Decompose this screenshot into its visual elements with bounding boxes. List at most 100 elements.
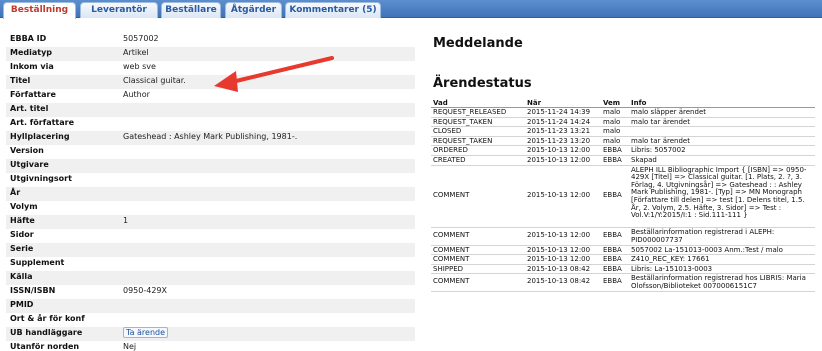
field-row: Volym xyxy=(6,201,415,215)
status-cell-vem: malo xyxy=(603,108,621,116)
field-label: Mediatyp xyxy=(10,48,53,57)
status-cell-nar: 2015-10-13 12:00 xyxy=(527,191,591,200)
status-table: Vad När Vem Info REQUEST_RELEASED 2015-11… xyxy=(431,98,815,292)
status-heading: Ärendestatus xyxy=(433,76,532,91)
field-value: Gateshead : Ashley Mark Publishing, 1981… xyxy=(123,132,298,141)
tab-bestallning[interactable]: Beställning xyxy=(3,2,76,19)
status-cell-vad: CREATED xyxy=(433,155,466,164)
status-cell-vem: EBBA xyxy=(603,245,622,254)
field-label: Hyllplacering xyxy=(10,132,70,141)
status-cell-vem: EBBA xyxy=(603,264,622,273)
status-cell-vad: COMMENT xyxy=(433,191,470,200)
col-vem: Vem xyxy=(603,99,621,107)
status-cell-nar: 2015-11-23 13:20 xyxy=(527,136,591,145)
field-label: Utanför norden xyxy=(10,342,80,351)
col-vad: Vad xyxy=(433,99,448,107)
field-label: Supplement xyxy=(10,258,65,267)
status-cell-nar: 2015-10-13 08:42 xyxy=(527,264,591,273)
status-cell-nar: 2015-10-13 12:00 xyxy=(527,155,591,164)
field-value: 1 xyxy=(123,216,129,225)
status-cell-info: Libris: 5057002 xyxy=(631,146,686,155)
field-label: Häfte xyxy=(10,216,35,225)
status-cell-info: Libris: La-151013-0003 xyxy=(631,264,713,273)
field-value: Classical guitar. xyxy=(123,76,186,85)
status-row: REQUEST_TAKEN 2015-11-23 13:20 malo malo ta… xyxy=(431,137,815,147)
field-label: EBBA ID xyxy=(10,34,47,43)
status-row: ORDERED 2015-10-13 12:00 EBBA Libris: 50570… xyxy=(431,146,815,156)
status-cell-vem: malo xyxy=(603,127,621,136)
field-label: Utgivningsort xyxy=(10,174,72,183)
field-label: Inkom via xyxy=(10,62,54,71)
field-row: Häfte 1 xyxy=(6,215,415,229)
field-label: Sidor xyxy=(10,230,34,239)
tab-bestallare[interactable]: Beställare xyxy=(161,2,221,18)
order-fields-table: EBBA ID 5057002 Mediatyp Artikel Inkom via we… xyxy=(6,33,415,351)
status-cell-vad: REQUEST_RELEASED xyxy=(433,108,507,116)
status-cell-info: malo tar ärendet xyxy=(631,136,690,145)
status-cell-vad: COMMENT xyxy=(433,255,470,264)
field-value: Artikel xyxy=(123,48,149,57)
status-row: COMMENT 2015-10-13 12:00 EBBA Beställarinfo… xyxy=(431,228,815,246)
field-row: År xyxy=(6,187,415,201)
status-cell-info: Skapad xyxy=(631,155,657,164)
field-label: År xyxy=(10,188,21,197)
tab-leverantor[interactable]: Leverantör xyxy=(80,2,158,18)
field-label: Ort & år för konf xyxy=(10,314,85,323)
status-cell-vad: COMMENT xyxy=(433,231,470,240)
field-label: PMID xyxy=(10,300,34,309)
field-row: Mediatyp Artikel xyxy=(6,47,415,61)
status-cell-info: 5057002 La-151013-0003 Anm.:Test / malo xyxy=(631,245,783,254)
field-label: Utgivare xyxy=(10,160,49,169)
status-cell-info: Z410_REC_KEY: 17661 xyxy=(631,255,710,264)
field-label: ISSN/ISBN xyxy=(10,286,56,295)
field-row: Inkom via web sve xyxy=(6,61,415,75)
field-row: EBBA ID 5057002 xyxy=(6,33,415,47)
status-row: REQUEST_TAKEN 2015-11-24 14:24 malo malo ta… xyxy=(431,118,815,128)
status-cell-vad: REQUEST_TAKEN xyxy=(433,136,493,145)
take-case-button[interactable]: Ta ärende xyxy=(123,327,169,338)
status-cell-vem: EBBA xyxy=(603,191,622,200)
field-row: ISSN/ISBN 0950-429X xyxy=(6,285,415,299)
field-label: Art. titel xyxy=(10,104,49,113)
status-cell-vad: REQUEST_TAKEN xyxy=(433,117,493,126)
status-cell-nar: 2015-11-24 14:24 xyxy=(527,117,591,126)
status-cell-info: malo tar ärendet xyxy=(631,117,690,126)
tab-atgarder[interactable]: Åtgärder xyxy=(225,2,282,18)
status-cell-vem: malo xyxy=(603,136,621,145)
status-row: COMMENT 2015-10-13 12:00 EBBA Z410_REC_KEY:… xyxy=(431,255,815,265)
field-row: Författare Author xyxy=(6,89,415,103)
status-row: SHIPPED 2015-10-13 08:42 EBBA Libris: La-15… xyxy=(431,265,815,275)
field-row: Ort & år för konf xyxy=(6,313,415,327)
field-row: Sidor xyxy=(6,229,415,243)
field-row: Art. titel xyxy=(6,103,415,117)
field-row: Utgivningsort xyxy=(6,173,415,187)
status-cell-vem: EBBA xyxy=(603,155,622,164)
field-row: Version xyxy=(6,145,415,159)
field-label: Serie xyxy=(10,244,34,253)
status-cell-nar: 2015-11-24 14:39 xyxy=(527,108,591,116)
field-label: Version xyxy=(10,146,44,155)
field-row: Serie xyxy=(6,243,415,257)
status-cell-vem: EBBA xyxy=(603,277,622,286)
field-label: UB handläggare xyxy=(10,328,83,337)
field-row: Utanför norden Nej xyxy=(6,341,415,351)
field-row: Supplement xyxy=(6,257,415,271)
tab-bar: Beställning Leverantör Beställare Åtgärd… xyxy=(0,0,822,19)
status-cell-nar: 2015-11-23 13:21 xyxy=(527,127,591,136)
status-row: COMMENT 2015-10-13 12:00 EBBA ALEPH ILL Bib… xyxy=(431,166,815,229)
status-cell-vad: COMMENT xyxy=(433,277,470,286)
col-nar: När xyxy=(527,99,542,107)
status-cell-nar: 2015-10-13 12:00 xyxy=(527,146,591,155)
status-cell-nar: 2015-10-13 12:00 xyxy=(527,245,591,254)
status-cell-vem: malo xyxy=(603,117,621,126)
tab-kommentarer[interactable]: Kommentarer (5) xyxy=(285,2,381,18)
field-label: Art. författare xyxy=(10,118,75,127)
field-value: Author xyxy=(123,90,150,99)
field-value: 0950-429X xyxy=(123,286,167,295)
field-row: Källa xyxy=(6,271,415,285)
field-row: UB handläggare Ta ärende xyxy=(6,327,415,341)
status-cell-info: malo släpper ärendet xyxy=(631,108,706,116)
status-cell-nar: 2015-10-13 12:00 xyxy=(527,255,591,264)
field-row: PMID xyxy=(6,299,415,313)
field-value: 5057002 xyxy=(123,34,159,43)
